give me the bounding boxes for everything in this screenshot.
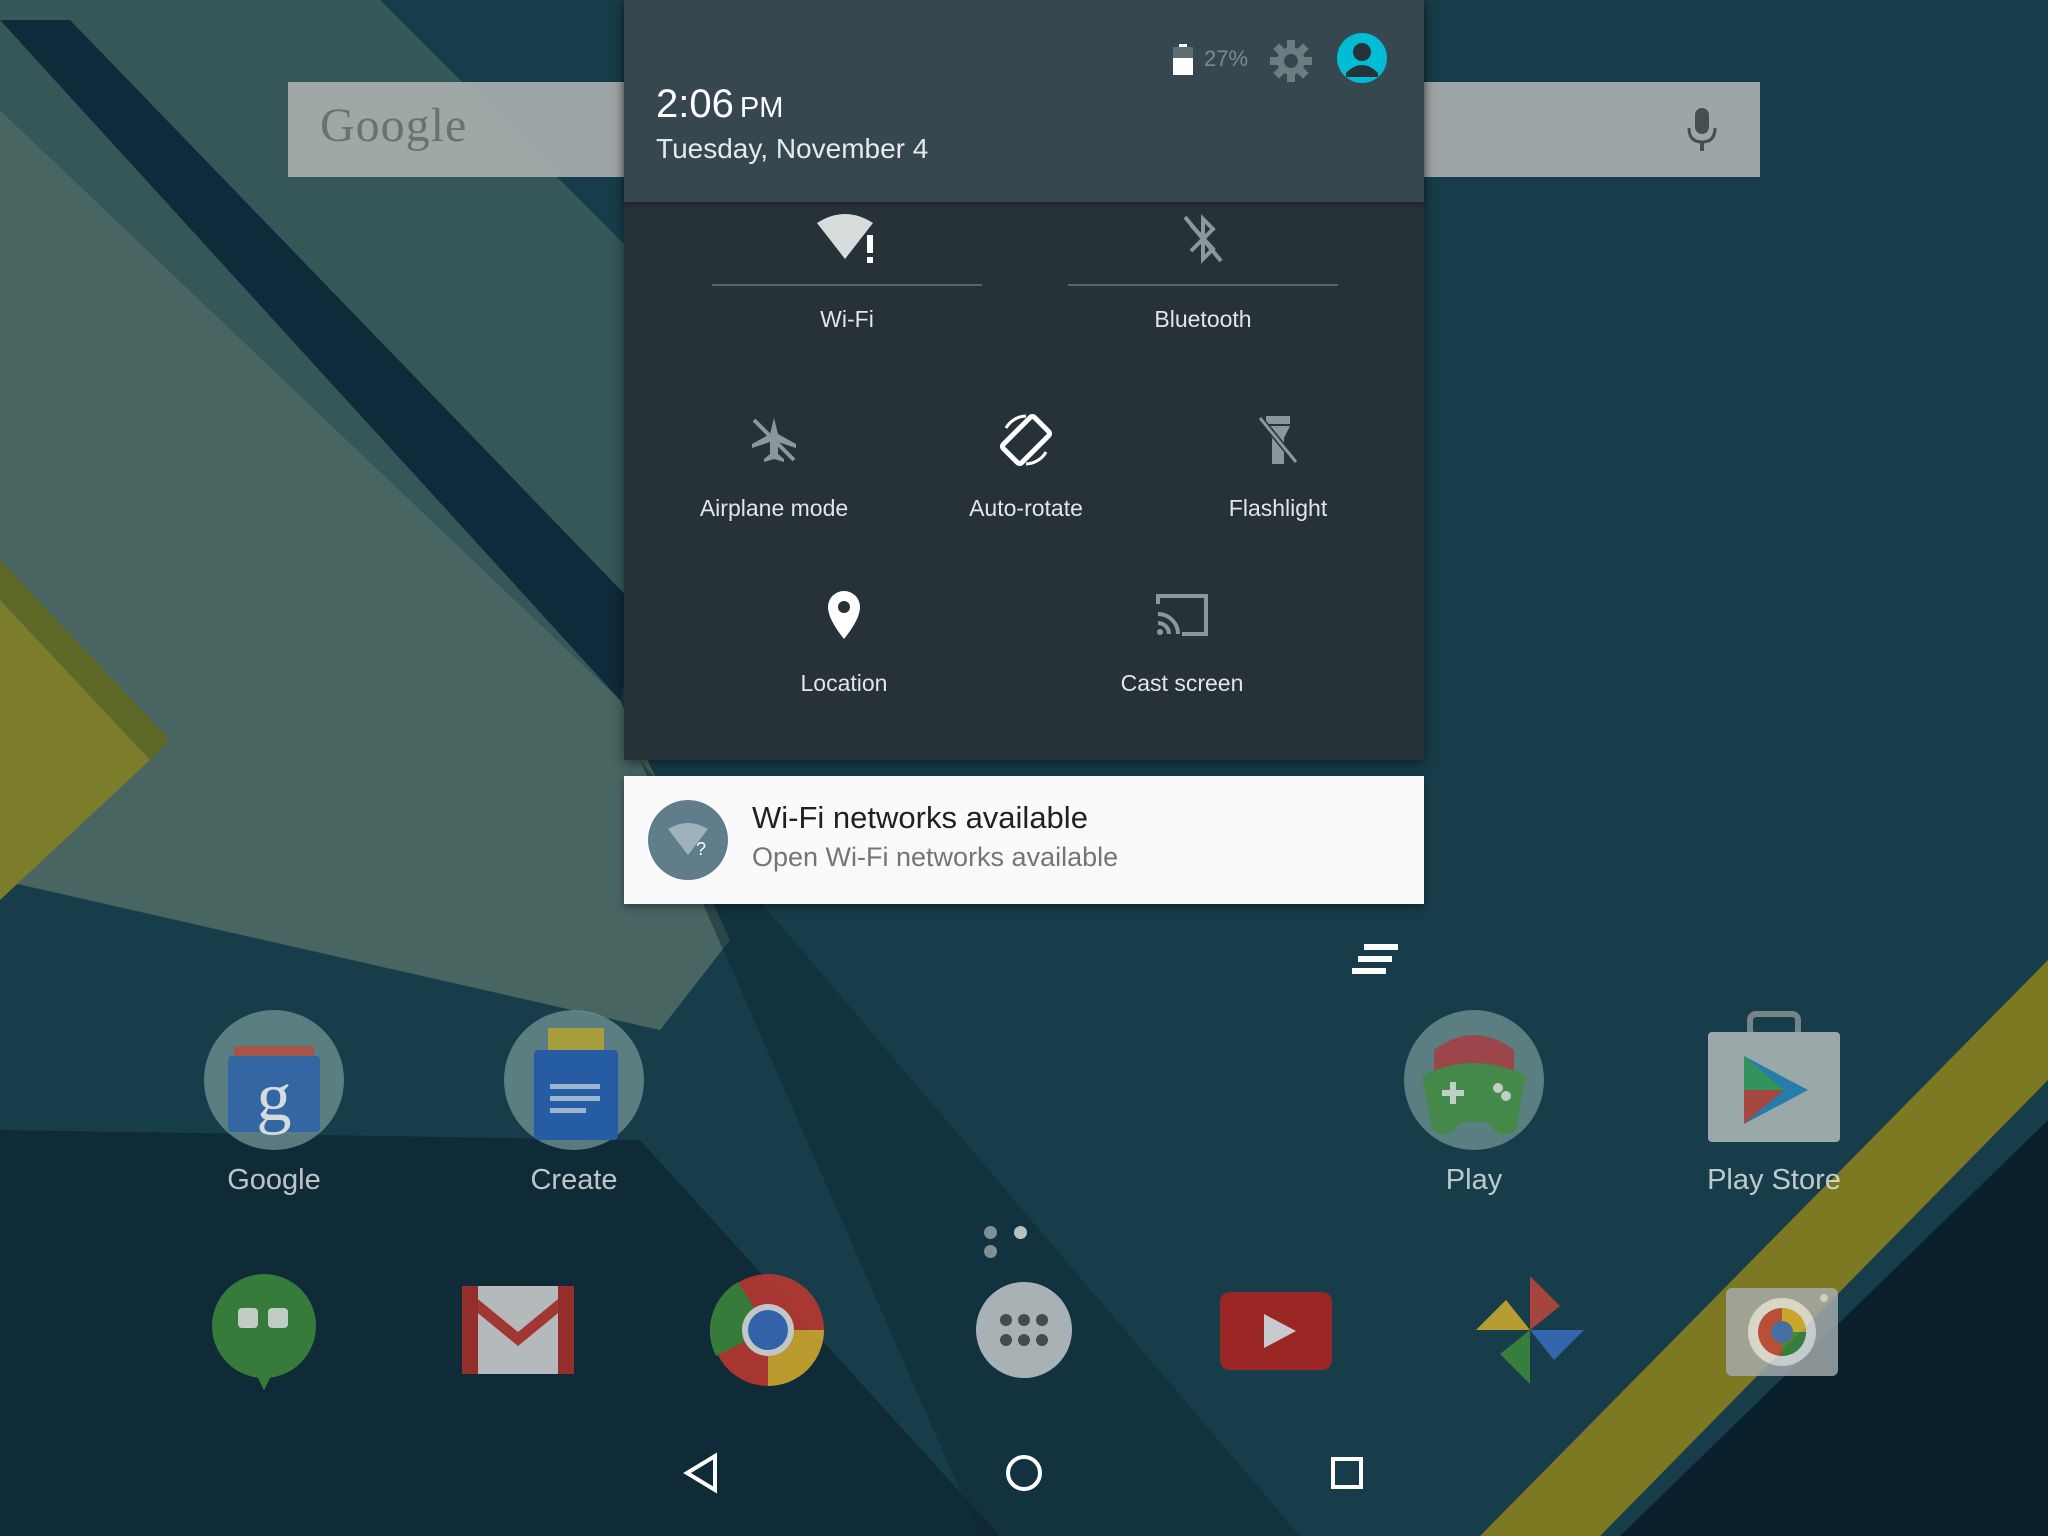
tile-auto-rotate[interactable]: Auto-rotate (906, 405, 1146, 531)
tile-airplane-mode[interactable]: Airplane mode (654, 405, 894, 531)
person-icon (1346, 43, 1378, 77)
recents-button[interactable] (1302, 1428, 1392, 1518)
microphone-icon[interactable] (1684, 106, 1720, 154)
camera-icon[interactable] (1722, 1270, 1842, 1390)
app-drawer-icon[interactable] (964, 1270, 1084, 1390)
app-label-play-store[interactable]: Play Store (1664, 1164, 1884, 1197)
clock: 2:06 PM (656, 82, 783, 127)
recents-icon (1331, 1457, 1363, 1489)
photos-icon[interactable] (1470, 1270, 1590, 1390)
tile-label-airplane: Airplane mode (699, 495, 849, 521)
tile-label-bluetooth: Bluetooth (1154, 306, 1252, 332)
cast-icon (1147, 580, 1217, 650)
play-games-icon[interactable] (1404, 1010, 1544, 1150)
airplane-off-icon (739, 405, 809, 475)
tile-label-auto-rotate: Auto-rotate (969, 495, 1083, 521)
date[interactable]: Tuesday, November 4 (656, 133, 928, 165)
page-dot (984, 1226, 997, 1239)
location-pin-icon (809, 580, 879, 650)
app-label-play[interactable]: Play (1364, 1164, 1584, 1197)
tile-location[interactable]: Location (714, 580, 974, 706)
tile-flashlight[interactable]: Flashlight (1158, 405, 1398, 531)
shade-header: 27% 2:06 PM Tuesday, November 4 (624, 0, 1424, 202)
page-dot-active (1014, 1226, 1027, 1239)
home-button[interactable] (979, 1428, 1069, 1518)
svg-text:?: ? (696, 839, 706, 859)
tile-label-cast: Cast screen (1120, 670, 1244, 696)
tile-label-wifi: Wi-Fi (820, 306, 874, 332)
app-label-create[interactable]: Create (464, 1164, 684, 1197)
tile-label-flashlight: Flashlight (1228, 495, 1328, 521)
notification-title: Wi-Fi networks available (752, 800, 1088, 835)
screen-rotation-icon (991, 405, 1061, 475)
navigation-bar (0, 1420, 2048, 1536)
clear-all-icon[interactable] (1350, 942, 1400, 978)
clock-time: 2:06 (656, 82, 734, 126)
notification-shade: 27% 2:06 PM Tuesday, November 4 Wi-Fi Bl… (624, 0, 1424, 760)
wifi-question-icon: ? (648, 800, 728, 880)
play-store-icon[interactable] (1704, 1010, 1844, 1150)
chrome-icon[interactable] (708, 1270, 828, 1390)
app-label-google[interactable]: Google (164, 1164, 384, 1197)
clock-ampm: PM (739, 92, 784, 124)
google-logo: Google (320, 99, 468, 152)
tile-bluetooth[interactable]: Bluetooth (1068, 204, 1338, 340)
back-button[interactable] (656, 1428, 746, 1518)
tile-wifi[interactable]: Wi-Fi (712, 204, 982, 340)
google-search-icon[interactable]: g (204, 1010, 344, 1150)
page-dot (984, 1245, 997, 1258)
page-indicator (984, 1224, 1066, 1258)
notification-text: Open Wi-Fi networks available (752, 842, 1119, 872)
settings-gear-icon[interactable] (1268, 38, 1314, 84)
youtube-icon[interactable] (1216, 1270, 1336, 1390)
home-icon (1006, 1455, 1042, 1491)
flashlight-off-icon (1243, 405, 1313, 475)
tile-divider (1068, 284, 1338, 286)
tile-label-location: Location (800, 670, 888, 696)
tile-cast-screen[interactable]: Cast screen (1052, 580, 1312, 706)
bluetooth-disabled-icon (1168, 204, 1238, 274)
battery-percent: 27% (1204, 46, 1249, 71)
wifi-alert-icon (812, 204, 882, 274)
back-icon (683, 1452, 717, 1494)
wifi-notification-card[interactable]: ? Wi-Fi networks available Open Wi-Fi ne… (624, 776, 1424, 904)
hangouts-icon[interactable] (204, 1270, 324, 1390)
user-avatar[interactable] (1337, 33, 1387, 83)
docs-folder-icon[interactable] (504, 1010, 644, 1150)
battery-icon (1173, 44, 1193, 75)
svg-text:g: g (257, 1059, 292, 1136)
tile-divider (712, 284, 982, 286)
gmail-icon[interactable] (458, 1270, 578, 1390)
